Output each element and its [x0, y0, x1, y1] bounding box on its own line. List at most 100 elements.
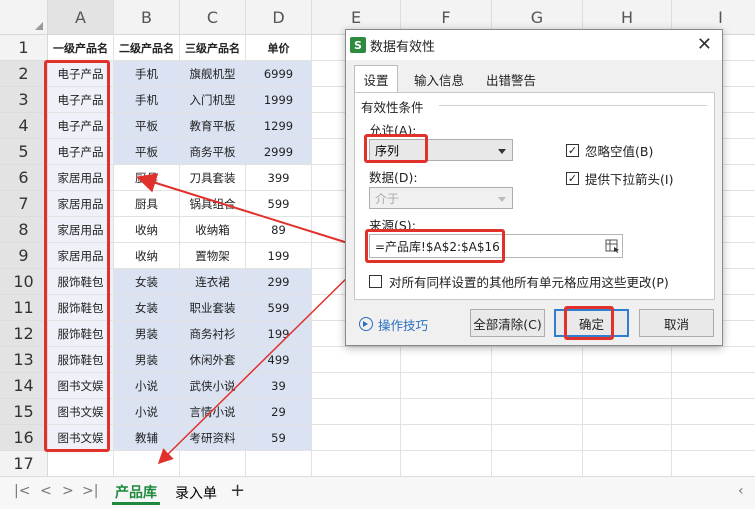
table-cell[interactable]: 499: [246, 347, 312, 373]
header-cell[interactable]: 单价: [246, 35, 312, 61]
table-cell[interactable]: 6999: [246, 61, 312, 87]
table-cell[interactable]: 89: [246, 217, 312, 243]
table-cell[interactable]: 入门机型: [180, 87, 246, 113]
tab-input-message[interactable]: 输入信息: [404, 66, 474, 92]
cell[interactable]: [672, 451, 755, 476]
cell[interactable]: [492, 347, 583, 373]
table-cell[interactable]: 59: [246, 425, 312, 451]
cell[interactable]: [401, 347, 492, 373]
table-cell[interactable]: 1999: [246, 87, 312, 113]
cell[interactable]: [246, 451, 312, 476]
column-header-d[interactable]: D: [246, 0, 312, 35]
table-cell[interactable]: 599: [246, 295, 312, 321]
cell[interactable]: [492, 425, 583, 451]
row-header-3[interactable]: 3: [0, 87, 48, 113]
cell[interactable]: [583, 373, 672, 399]
cell[interactable]: [401, 425, 492, 451]
clear-all-button[interactable]: 全部清除(C): [470, 309, 545, 337]
row-header-4[interactable]: 4: [0, 113, 48, 139]
row-header-6[interactable]: 6: [0, 165, 48, 191]
table-cell[interactable]: 厨具: [114, 191, 180, 217]
table-cell[interactable]: 女装: [114, 269, 180, 295]
table-cell[interactable]: 教育平板: [180, 113, 246, 139]
table-cell[interactable]: 旗舰机型: [180, 61, 246, 87]
sheet-tab-entry[interactable]: 录入单: [172, 481, 220, 505]
cell[interactable]: [583, 451, 672, 476]
table-cell[interactable]: 29: [246, 399, 312, 425]
column-header-c[interactable]: C: [180, 0, 246, 35]
column-header-a[interactable]: A: [48, 0, 114, 35]
table-cell[interactable]: 女装: [114, 295, 180, 321]
table-cell[interactable]: 言情小说: [180, 399, 246, 425]
row-header-17[interactable]: 17: [0, 451, 48, 476]
row-header-5[interactable]: 5: [0, 139, 48, 165]
table-cell[interactable]: 599: [246, 191, 312, 217]
table-cell[interactable]: 小说: [114, 373, 180, 399]
play-help-icon[interactable]: [359, 317, 373, 331]
cell[interactable]: [180, 451, 246, 476]
cancel-button[interactable]: 取消: [639, 309, 714, 337]
table-cell[interactable]: 连衣裙: [180, 269, 246, 295]
add-sheet-button[interactable]: +: [230, 480, 245, 501]
cell[interactable]: [583, 425, 672, 451]
table-cell[interactable]: 商务衬衫: [180, 321, 246, 347]
cell[interactable]: [492, 451, 583, 476]
table-cell[interactable]: 教辅: [114, 425, 180, 451]
table-cell[interactable]: 男装: [114, 321, 180, 347]
row-header-11[interactable]: 11: [0, 295, 48, 321]
table-cell[interactable]: 男装: [114, 347, 180, 373]
table-cell[interactable]: 武侠小说: [180, 373, 246, 399]
cell[interactable]: [312, 451, 401, 476]
cell[interactable]: [312, 347, 401, 373]
tab-settings[interactable]: 设置: [354, 65, 398, 93]
help-link[interactable]: 操作技巧: [378, 315, 428, 334]
cell[interactable]: [312, 373, 401, 399]
row-header-13[interactable]: 13: [0, 347, 48, 373]
cell[interactable]: [401, 373, 492, 399]
ignore-blank-checkbox[interactable]: ✓: [566, 144, 579, 157]
table-cell[interactable]: 199: [246, 243, 312, 269]
table-cell[interactable]: 收纳箱: [180, 217, 246, 243]
table-cell[interactable]: 考研资料: [180, 425, 246, 451]
first-sheet-button[interactable]: |<: [14, 483, 30, 499]
tab-error-alert[interactable]: 出错警告: [476, 66, 546, 92]
header-cell[interactable]: 二级产品名: [114, 35, 180, 61]
table-cell[interactable]: 商务平板: [180, 139, 246, 165]
table-cell[interactable]: 平板: [114, 113, 180, 139]
cell[interactable]: [672, 425, 755, 451]
table-cell[interactable]: 399: [246, 165, 312, 191]
row-header-1[interactable]: 1: [0, 35, 48, 61]
cell[interactable]: [312, 399, 401, 425]
table-cell[interactable]: 手机: [114, 61, 180, 87]
table-cell[interactable]: 平板: [114, 139, 180, 165]
last-sheet-button[interactable]: >|: [82, 483, 98, 499]
apply-all-checkbox[interactable]: [369, 275, 382, 288]
next-sheet-button[interactable]: >: [62, 483, 74, 499]
cell[interactable]: [114, 451, 180, 476]
row-header-8[interactable]: 8: [0, 217, 48, 243]
row-header-12[interactable]: 12: [0, 321, 48, 347]
row-header-7[interactable]: 7: [0, 191, 48, 217]
table-cell[interactable]: 刀具套装: [180, 165, 246, 191]
table-cell[interactable]: 收纳: [114, 243, 180, 269]
cell[interactable]: [672, 373, 755, 399]
range-picker-icon[interactable]: [605, 238, 621, 254]
column-header-b[interactable]: B: [114, 0, 180, 35]
dropdown-arrow-checkbox[interactable]: ✓: [566, 172, 579, 185]
cell[interactable]: [401, 451, 492, 476]
row-header-16[interactable]: 16: [0, 425, 48, 451]
table-cell[interactable]: 锅具组合: [180, 191, 246, 217]
header-cell[interactable]: 一级产品名: [48, 35, 114, 61]
table-cell[interactable]: 休闲外套: [180, 347, 246, 373]
table-cell[interactable]: 置物架: [180, 243, 246, 269]
scroll-left-icon[interactable]: ‹: [738, 483, 744, 499]
table-cell[interactable]: 199: [246, 321, 312, 347]
row-header-10[interactable]: 10: [0, 269, 48, 295]
table-cell[interactable]: 收纳: [114, 217, 180, 243]
cell[interactable]: [583, 399, 672, 425]
row-header-15[interactable]: 15: [0, 399, 48, 425]
select-all-corner[interactable]: [0, 0, 48, 35]
cell[interactable]: [401, 399, 492, 425]
table-cell[interactable]: 手机: [114, 87, 180, 113]
cell[interactable]: [672, 347, 755, 373]
